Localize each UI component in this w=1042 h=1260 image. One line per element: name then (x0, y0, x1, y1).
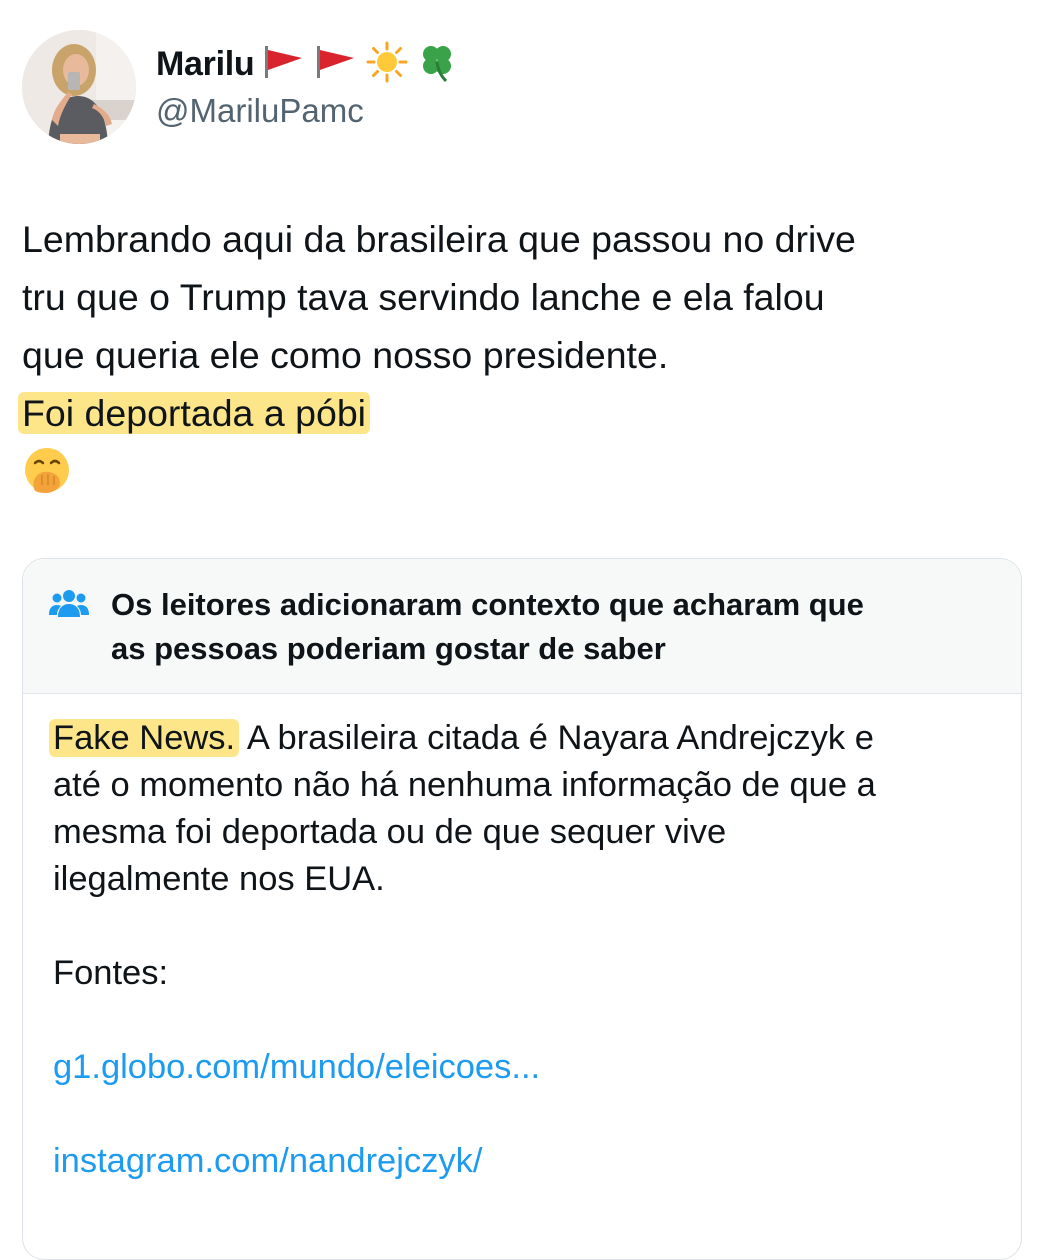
sun-icon (366, 41, 408, 88)
community-note-line: até o momento não há nenhuma informação … (53, 766, 876, 804)
community-note-line: ilegalmente nos EUA. (53, 860, 385, 898)
tweet-text: Lembrando aqui da brasileira que passou … (18, 210, 1022, 502)
four-leaf-clover-icon (416, 41, 458, 88)
tweet-text-line: que queria ele como nosso presidente. (22, 334, 669, 376)
fake-news-label: Fake News. (49, 719, 240, 757)
tweet-text-line: tru que o Trump tava servindo lanche e e… (22, 276, 825, 318)
community-note-title: Os leitores adicionaram contexto que ach… (111, 583, 991, 671)
community-note-card[interactable]: Os leitores adicionaram contexto que ach… (22, 558, 1022, 1260)
community-note-text: A brasileira citada é Nayara Andrejczyk … (239, 719, 874, 757)
tweet-highlighted-line: Foi deportada a póbi (18, 384, 1022, 442)
community-note-header: Os leitores adicionaram contexto que ach… (23, 559, 1021, 694)
community-note-body: Fake News. A brasileira citada é Nayara … (49, 715, 993, 1185)
author-name-row[interactable]: Marilu (156, 40, 458, 88)
tweet-text-line: Lembrando aqui da brasileira que passou … (22, 218, 856, 260)
people-icon (49, 587, 89, 626)
sources-label: Fontes: (53, 954, 169, 992)
community-note-title-line: as pessoas poderiam gostar de saber (111, 631, 666, 666)
highlighted-text: Foi deportada a póbi (18, 392, 371, 434)
community-note-line: mesma foi deportada ou de que sequer viv… (53, 813, 727, 851)
face-with-hand-over-mouth-icon (22, 445, 72, 500)
triangular-flag-icon (262, 44, 306, 85)
author-handle[interactable]: @MariluPamc (156, 92, 364, 130)
avatar[interactable] (22, 30, 136, 144)
triangular-flag-icon (314, 44, 358, 85)
source-link[interactable]: instagram.com/nandrejczyk/ (53, 1138, 993, 1185)
avatar-image (22, 30, 136, 144)
source-link[interactable]: g1.globo.com/mundo/eleicoes... (53, 1044, 993, 1091)
community-note-title-line: Os leitores adicionaram contexto que ach… (111, 587, 864, 622)
author-display-name[interactable]: Marilu (156, 45, 255, 84)
tweet-emoji-line (22, 442, 1022, 502)
community-note-line: Fake News. A brasileira citada é Nayara … (49, 715, 993, 762)
